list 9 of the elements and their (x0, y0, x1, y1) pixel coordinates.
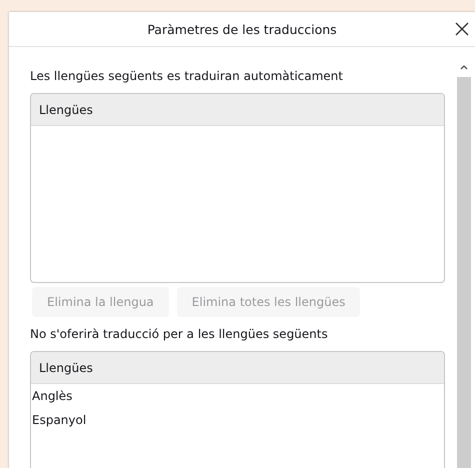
language-item[interactable]: Anglès (31, 384, 444, 408)
close-icon[interactable] (455, 22, 469, 36)
language-item[interactable]: Espanyol (31, 408, 444, 432)
scroll-up-icon[interactable] (459, 63, 469, 71)
dialog-title: Paràmetres de les traduccions (146, 22, 338, 36)
section-label: No s'oferirà traducció per a les llengües següents (30, 327, 329, 341)
column-header: Llengües (31, 352, 444, 384)
section-label: Les llengües següents es traduiran automàticament (30, 69, 344, 83)
column-header: Llengües (31, 94, 444, 126)
